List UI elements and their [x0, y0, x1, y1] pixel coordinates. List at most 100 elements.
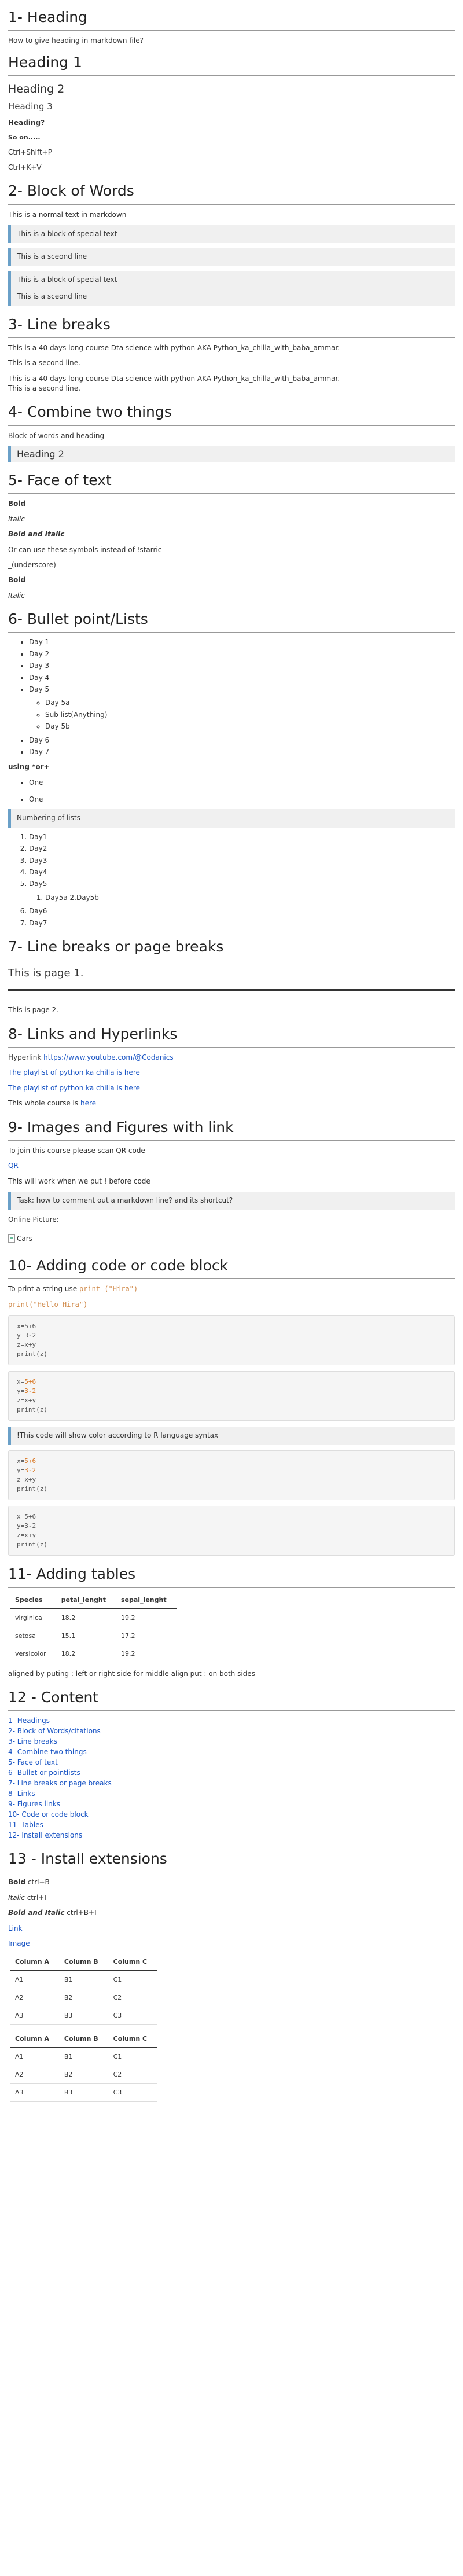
bold-text: Bold: [8, 1878, 26, 1887]
toc-link[interactable]: 1- Headings: [8, 1715, 455, 1726]
table-row: setosa 15.1 17.2: [10, 1627, 177, 1645]
label: This whole course is: [8, 1099, 79, 1108]
list-item: Day 7: [29, 747, 455, 757]
image-link[interactable]: Image: [8, 1939, 30, 1947]
toc-link[interactable]: 5- Face of text: [8, 1757, 455, 1767]
code-block: x=5+6 y=3-2 z=x+y print(z): [8, 1450, 455, 1500]
playlist-link[interactable]: The playlist of python ka chilla is here: [8, 1068, 140, 1076]
code-block: x=5+6 y=3-2 z=x+y print(z): [8, 1315, 455, 1365]
inline-code: print("Hello Hira"): [8, 1300, 88, 1309]
toc-link[interactable]: 6- Bullet or pointlists: [8, 1767, 455, 1778]
list-item: Day 4: [29, 673, 455, 683]
youtube-link[interactable]: https://www.youtube.com/@Codanics: [43, 1053, 174, 1061]
paragraph: This is a second line.: [8, 359, 80, 368]
section-heading-13: 13 - Install extensions: [8, 1849, 455, 1873]
blockquote: This is a block of special text: [8, 225, 455, 244]
blockquote-text: This is a block of special text: [17, 275, 117, 284]
toc-link[interactable]: 10- Code or code block: [8, 1809, 455, 1820]
cars-image: Cars: [8, 1234, 32, 1244]
paragraph: This is a second line.: [8, 384, 80, 392]
list-item-label: Day 5: [29, 685, 50, 693]
section-heading-11: 11- Adding tables: [8, 1564, 455, 1588]
table-row: A3 B3 C3: [10, 2007, 158, 2026]
bold-text: Bold: [8, 499, 26, 508]
table-cell: A3: [10, 2007, 60, 2026]
table-cell: B2: [59, 1989, 109, 2008]
section-heading-1: 1- Heading: [8, 7, 455, 31]
heading-1-sample: Heading 1: [8, 52, 455, 76]
toc-link[interactable]: 3- Line breaks: [8, 1736, 455, 1747]
blockquote: This is a sceond line: [8, 248, 455, 266]
blockquote-text: This is a sceond line: [17, 292, 87, 301]
paragraph: This whole course is here: [8, 1098, 455, 1108]
list-item: Day 3: [29, 661, 455, 671]
paragraph: Hyperlink https://www.youtube.com/@Codan…: [8, 1053, 455, 1063]
toc-link[interactable]: 8- Links: [8, 1788, 455, 1799]
bold-text: Bold: [8, 576, 26, 585]
paragraph: _(underscore): [8, 560, 56, 569]
table-cell: C1: [108, 1971, 158, 1990]
code-block: x=5+6 y=3-2 z=x+y print(z): [8, 1370, 455, 1421]
qr-link[interactable]: QR: [8, 1162, 19, 1170]
playlist-link[interactable]: The playlist of python ka chilla is here: [8, 1084, 140, 1092]
toc-link[interactable]: 9- Figures links: [8, 1799, 455, 1809]
heading-4-sample: Heading?: [8, 119, 45, 127]
bold-text: using *or+: [8, 763, 50, 771]
list-item-label: Day5: [29, 880, 47, 888]
table-header: Column C: [108, 1954, 158, 1972]
toc-link[interactable]: 7- Line breaks or page breaks: [8, 1778, 455, 1788]
paragraph: To join this course please scan QR code: [8, 1146, 145, 1155]
italic-text: Italic: [8, 515, 25, 523]
code-block: x=5+6 y=3-2 z=x+y print(z): [8, 1505, 455, 1556]
label: Hyperlink: [8, 1053, 42, 1061]
table-cell: 17.2: [116, 1627, 177, 1645]
table-header: Column B: [59, 2031, 109, 2049]
list-item: Day 2: [29, 649, 455, 659]
table-cell: C2: [108, 1989, 158, 2008]
list-item: Day 6: [29, 736, 455, 745]
paragraph: Italic ctrl+I: [8, 1893, 455, 1903]
list-item: Day1: [29, 832, 455, 842]
table-cell: C3: [108, 2083, 158, 2102]
table-cell: B1: [59, 1971, 109, 1990]
list-item: Day6: [29, 906, 455, 916]
section-heading-3: 3- Line breaks: [8, 314, 455, 338]
table-cell: B2: [59, 2066, 109, 2084]
paragraph: This is a normal text in markdown: [8, 210, 127, 219]
table-row: A2 B2 C2: [10, 1989, 158, 2008]
heading-5-sample: So on.....: [8, 133, 41, 141]
table-cell: A2: [10, 2066, 60, 2084]
toc-link[interactable]: 4- Combine two things: [8, 1747, 455, 1757]
section-heading-2: 2- Block of Words: [8, 181, 455, 205]
table-cell: 15.1: [56, 1627, 116, 1645]
link[interactable]: Link: [8, 1924, 23, 1932]
table-of-contents: 1- Headings 2- Block of Words/citations …: [8, 1715, 455, 1840]
blockquote-heading: Heading 2: [8, 446, 455, 462]
blockquote-text: Numbering of lists: [17, 814, 80, 822]
course-link[interactable]: here: [80, 1099, 96, 1107]
page-text: This is page 1.: [8, 967, 84, 980]
table-cell: A3: [10, 2083, 60, 2102]
section-heading-10: 10- Adding code or code block: [8, 1255, 455, 1280]
section-heading-6: 6- Bullet point/Lists: [8, 609, 455, 633]
blockquote: Numbering of lists: [8, 809, 455, 828]
table-cell: virginica: [10, 1608, 57, 1627]
heading-3-sample: Heading 3: [8, 101, 53, 112]
table-header: Column A: [10, 1954, 60, 1972]
paragraph: Online Picture:: [8, 1215, 59, 1224]
toc-link[interactable]: 12- Install extensions: [8, 1830, 455, 1840]
list-item: One: [29, 778, 455, 788]
markdown-document: 1- Heading How to give heading in markdo…: [0, 0, 463, 2131]
columns-table: Column A Column B Column C A1 B1 C1 A2 B…: [10, 2031, 158, 2102]
shortcut-text: Ctrl+K+V: [8, 163, 42, 171]
image-alt-text: Cars: [17, 1234, 32, 1243]
page-break: [8, 989, 455, 991]
table-cell: C3: [108, 2007, 158, 2026]
table-cell: A2: [10, 1989, 60, 2008]
toc-link[interactable]: 11- Tables: [8, 1820, 455, 1830]
blockquote-text: Task: how to comment out a markdown line…: [17, 1196, 233, 1204]
bold-italic-text: Bold and Italic: [8, 530, 65, 539]
toc-link[interactable]: 2- Block of Words/citations: [8, 1726, 455, 1736]
paragraph: Or can use these symbols instead of !sta…: [8, 545, 162, 554]
list-item: Day 5 Day 5a Sub list(Anything) Day 5b: [29, 685, 455, 732]
